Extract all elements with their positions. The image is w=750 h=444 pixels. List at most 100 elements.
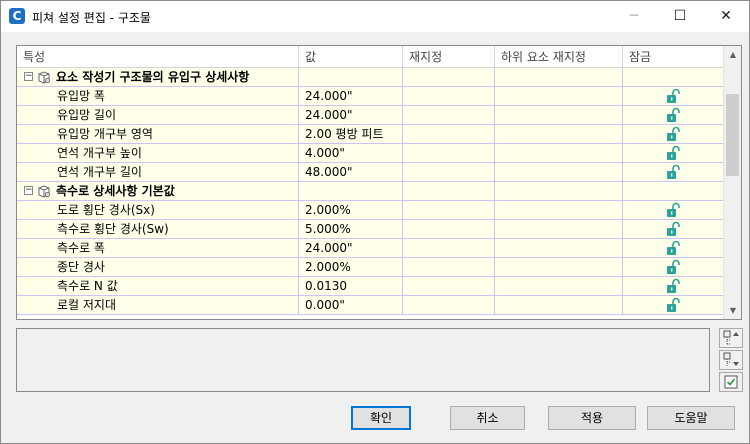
lock-cell (623, 144, 723, 162)
category-row[interactable]: 요소 작성기 구조물의 유입구 상세사항 − (17, 68, 723, 87)
property-label: 측수로 N 값 (57, 279, 118, 293)
override-cell (403, 220, 495, 238)
property-row[interactable]: 연석 개구부 높이 4.000" (17, 144, 723, 163)
column-header-value[interactable]: 값 (299, 46, 403, 68)
collapse-all-button[interactable] (719, 350, 743, 370)
property-value-cell[interactable]: 2.000% (299, 258, 403, 276)
close-button[interactable]: ✕ (703, 1, 749, 32)
lock-cell (623, 87, 723, 105)
structure-category-icon (37, 184, 51, 198)
override-cell (403, 296, 495, 314)
property-label: 요소 작성기 구조물의 유입구 상세사항 (56, 70, 250, 84)
property-label: 유입망 폭 (57, 89, 105, 103)
child-override-cell (495, 87, 623, 105)
description-pane (16, 328, 710, 392)
child-override-cell (495, 239, 623, 257)
vertical-scrollbar[interactable]: ▲ ▼ (723, 46, 741, 319)
property-name-cell: 측수로 횡단 경사(Sw) (17, 220, 299, 238)
close-icon: ✕ (720, 8, 732, 24)
expand-all-icon (723, 330, 739, 345)
civil3d-app-icon: C (9, 8, 25, 24)
child-override-cell (495, 163, 623, 181)
property-row[interactable]: 유입망 개구부 영역 2.00 평방 피트 (17, 125, 723, 144)
unlock-icon[interactable] (665, 278, 681, 294)
unlock-icon[interactable] (665, 145, 681, 161)
property-label: 연석 개구부 높이 (57, 146, 142, 160)
column-header-override[interactable]: 재지정 (403, 46, 495, 68)
unlock-icon[interactable] (665, 297, 681, 313)
property-value-cell[interactable]: 48.000" (299, 163, 403, 181)
minimize-button[interactable]: ─ (611, 1, 657, 32)
property-name-cell: 측수로 상세사항 기본값 (17, 182, 299, 200)
lock-cell (623, 220, 723, 238)
child-override-cell (495, 68, 623, 86)
override-cell (403, 106, 495, 124)
property-name-cell: 연석 개구부 높이 (17, 144, 299, 162)
property-row[interactable]: 연석 개구부 길이 48.000" (17, 163, 723, 182)
lock-cell (623, 258, 723, 276)
override-cell (403, 239, 495, 257)
property-name-cell: 유입망 개구부 영역 (17, 125, 299, 143)
category-row[interactable]: 측수로 상세사항 기본값 − (17, 182, 723, 201)
override-cell (403, 125, 495, 143)
property-row[interactable]: 측수로 N 값 0.0130 (17, 277, 723, 296)
column-header-property[interactable]: 특성 (17, 46, 299, 68)
property-value-cell[interactable]: 2.000% (299, 201, 403, 219)
column-header-lock[interactable]: 잠금 (623, 46, 723, 68)
lock-cell (623, 106, 723, 124)
property-row[interactable]: 로컬 저지대 0.000" (17, 296, 723, 315)
minimize-icon: ─ (629, 8, 639, 24)
property-label: 측수로 상세사항 기본값 (56, 184, 175, 198)
scroll-thumb[interactable] (726, 94, 739, 176)
unlock-icon[interactable] (665, 240, 681, 256)
property-value-cell[interactable]: 5.000% (299, 220, 403, 238)
property-value-cell (299, 68, 403, 86)
maximize-icon: ☐ (673, 8, 687, 24)
property-value-cell[interactable]: 2.00 평방 피트 (299, 125, 403, 143)
help-button[interactable]: 도움말 (647, 406, 735, 430)
collapse-all-icon (723, 352, 739, 366)
unlock-icon[interactable] (665, 164, 681, 180)
override-cell (403, 144, 495, 162)
collapse-icon[interactable]: − (24, 186, 33, 195)
property-row[interactable]: 유입망 길이 24.000" (17, 106, 723, 125)
child-override-cell (495, 201, 623, 219)
maximize-button[interactable]: ☐ (657, 1, 703, 32)
property-row[interactable]: 유입망 폭 24.000" (17, 87, 723, 106)
scroll-down-icon[interactable]: ▼ (724, 302, 741, 319)
column-header-child-override[interactable]: 하위 요소 재지정 (495, 46, 623, 68)
cancel-button[interactable]: 취소 (450, 406, 525, 430)
expand-all-button[interactable] (719, 328, 743, 348)
child-override-cell (495, 144, 623, 162)
window-title: 피쳐 설정 편집 - 구조물 (32, 11, 151, 25)
override-cell (403, 258, 495, 276)
property-name-cell: 로컬 저지대 (17, 296, 299, 314)
scroll-up-icon[interactable]: ▲ (724, 46, 741, 63)
collapse-icon[interactable]: − (24, 72, 33, 81)
child-override-cell (495, 277, 623, 295)
unlock-icon[interactable] (665, 126, 681, 142)
apply-button[interactable]: 적용 (548, 406, 636, 430)
property-row[interactable]: 측수로 폭 24.000" (17, 239, 723, 258)
property-value-cell[interactable]: 4.000" (299, 144, 403, 162)
unlock-icon[interactable] (665, 259, 681, 275)
lock-cell (623, 296, 723, 314)
property-row[interactable]: 측수로 횡단 경사(Sw) 5.000% (17, 220, 723, 239)
property-value-cell[interactable]: 24.000" (299, 239, 403, 257)
property-row[interactable]: 종단 경사 2.000% (17, 258, 723, 277)
property-value-cell[interactable]: 0.000" (299, 296, 403, 314)
check-button[interactable] (719, 372, 743, 392)
property-value-cell[interactable]: 24.000" (299, 106, 403, 124)
unlock-icon[interactable] (665, 88, 681, 104)
title-bar[interactable]: C 피쳐 설정 편집 - 구조물 ─ ☐ ✕ (1, 1, 749, 32)
unlock-icon[interactable] (665, 107, 681, 123)
ok-button[interactable]: 확인 (351, 406, 411, 430)
property-label: 종단 경사 (57, 260, 105, 274)
property-value-cell[interactable]: 24.000" (299, 87, 403, 105)
property-value-cell[interactable]: 0.0130 (299, 277, 403, 295)
property-label: 로컬 저지대 (57, 298, 117, 312)
unlock-icon[interactable] (665, 221, 681, 237)
override-cell (403, 277, 495, 295)
property-row[interactable]: 도로 횡단 경사(Sx) 2.000% (17, 201, 723, 220)
unlock-icon[interactable] (665, 202, 681, 218)
